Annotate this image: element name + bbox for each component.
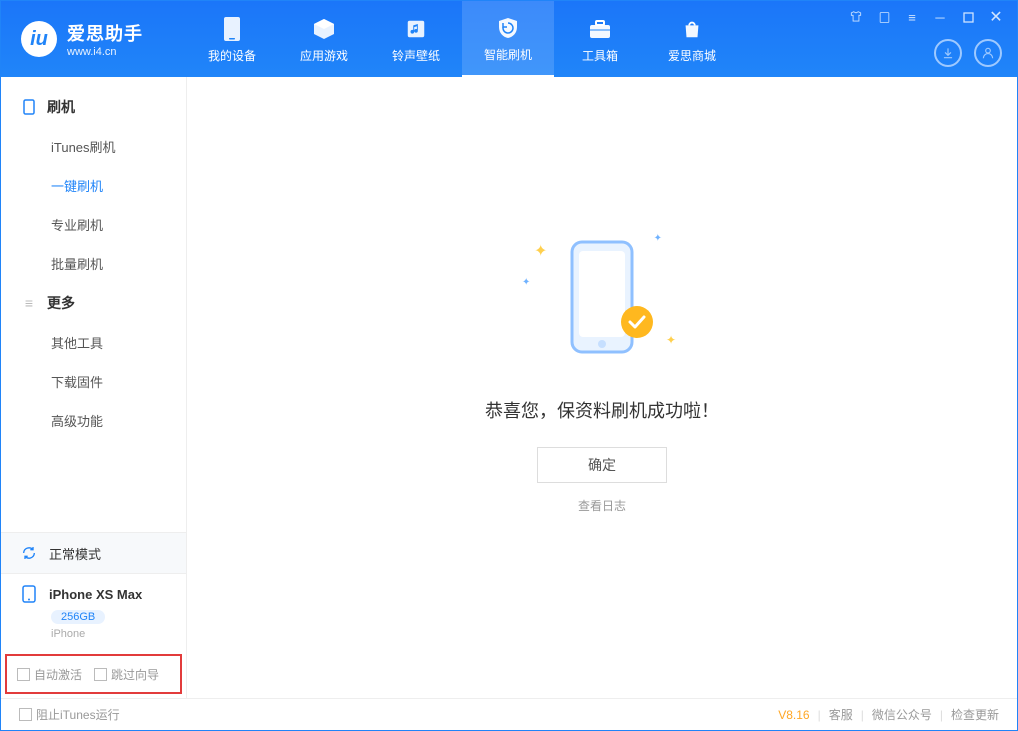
refresh-shield-icon xyxy=(496,14,520,42)
footer-right: V8.16 | 客服 | 微信公众号 | 检查更新 xyxy=(778,706,999,723)
tab-label: 爱思商城 xyxy=(668,47,716,64)
tab-smart-flash[interactable]: 智能刷机 xyxy=(462,1,554,77)
tab-label: 工具箱 xyxy=(582,47,618,64)
tab-store[interactable]: 爱思商城 xyxy=(646,1,738,77)
list-icon: ≡ xyxy=(21,295,37,311)
nav-tabs: 我的设备 应用游戏 铃声壁纸 智能刷机 xyxy=(186,1,738,77)
checkbox-auto-activate[interactable]: 自动激活 xyxy=(17,666,82,683)
tab-ringtones-wallpapers[interactable]: 铃声壁纸 xyxy=(370,1,462,77)
device-sub: 256GB iPhone xyxy=(1,608,186,650)
logo-icon: iu xyxy=(21,21,57,57)
download-icon[interactable] xyxy=(934,39,962,67)
sidebar-group-flash: 刷机 xyxy=(1,87,186,127)
window-controls: ≡ ─ ✕ xyxy=(847,9,1005,25)
phone-device-icon xyxy=(19,584,39,604)
sparkle-icon: ✦ xyxy=(534,241,547,261)
tab-label: 铃声壁纸 xyxy=(392,47,440,64)
sidebar: 刷机 iTunes刷机 一键刷机 专业刷机 批量刷机 ≡ 更多 其他工具 下载固… xyxy=(1,77,187,698)
device-type: iPhone xyxy=(51,628,168,640)
sidebar-item-pro-flash[interactable]: 专业刷机 xyxy=(1,205,186,244)
success-message: 恭喜您，保资料刷机成功啦！ xyxy=(485,397,719,423)
footer-left: 阻止iTunes运行 xyxy=(19,706,120,723)
success-graphic: ✦ ✦ ✦ ✦ xyxy=(542,227,662,367)
highlighted-options: 自动激活 跳过向导 xyxy=(5,654,182,694)
device-panel: 正常模式 iPhone XS Max 256GB iPhone xyxy=(1,532,186,650)
storage-badge: 256GB xyxy=(51,610,105,624)
sidebar-group-more: ≡ 更多 xyxy=(1,283,186,323)
toolbox-icon xyxy=(588,15,612,43)
app-name-cn: 爱思助手 xyxy=(67,20,143,46)
sparkle-icon: ✦ xyxy=(522,277,530,288)
tab-label: 智能刷机 xyxy=(484,46,532,63)
sidebar-item-batch-flash[interactable]: 批量刷机 xyxy=(1,244,186,283)
checkbox-icon xyxy=(19,708,32,721)
music-note-icon xyxy=(405,15,427,43)
body: 刷机 iTunes刷机 一键刷机 专业刷机 批量刷机 ≡ 更多 其他工具 下载固… xyxy=(1,77,1017,698)
sidebar-item-advanced[interactable]: 高级功能 xyxy=(1,401,186,440)
device-mode: 正常模式 xyxy=(49,544,101,563)
check-update-link[interactable]: 检查更新 xyxy=(951,706,999,723)
checkbox-skip-wizard[interactable]: 跳过向导 xyxy=(94,666,159,683)
tab-apps-games[interactable]: 应用游戏 xyxy=(278,1,370,77)
close-button[interactable]: ✕ xyxy=(987,9,1005,25)
tab-toolbox[interactable]: 工具箱 xyxy=(554,1,646,77)
app-name-en: www.i4.cn xyxy=(67,46,143,58)
ok-button[interactable]: 确定 xyxy=(537,447,667,483)
check-badge-icon xyxy=(620,305,654,339)
header: iu 爱思助手 www.i4.cn 我的设备 应用游戏 xyxy=(1,1,1017,77)
tab-my-device[interactable]: 我的设备 xyxy=(186,1,278,77)
bag-icon xyxy=(681,15,703,43)
footer: 阻止iTunes运行 V8.16 | 客服 | 微信公众号 | 检查更新 xyxy=(1,698,1017,730)
checkbox-icon xyxy=(94,668,107,681)
wechat-link[interactable]: 微信公众号 xyxy=(872,706,932,723)
group-title: 刷机 xyxy=(47,97,75,117)
minimize-button[interactable]: ─ xyxy=(931,9,949,25)
main-content: ✦ ✦ ✦ ✦ 恭喜您，保资料刷机成功啦！ 确定 查看日志 xyxy=(187,77,1017,698)
maximize-button[interactable] xyxy=(959,9,977,25)
note-icon[interactable] xyxy=(875,9,893,25)
checkbox-label: 自动激活 xyxy=(34,666,82,683)
shirt-icon[interactable] xyxy=(847,9,865,25)
sidebar-item-itunes-flash[interactable]: iTunes刷机 xyxy=(1,127,186,166)
version-label: V8.16 xyxy=(778,708,809,722)
view-log-link[interactable]: 查看日志 xyxy=(578,497,626,514)
logo-area: iu 爱思助手 www.i4.cn xyxy=(1,20,186,58)
customer-service-link[interactable]: 客服 xyxy=(829,706,853,723)
sync-icon xyxy=(19,543,39,563)
sidebar-item-download-firmware[interactable]: 下载固件 xyxy=(1,362,186,401)
menu-icon[interactable]: ≡ xyxy=(903,9,921,25)
sidebar-scroll: 刷机 iTunes刷机 一键刷机 专业刷机 批量刷机 ≡ 更多 其他工具 下载固… xyxy=(1,77,186,532)
device-icon xyxy=(223,15,241,43)
user-icon[interactable] xyxy=(974,39,1002,67)
checkbox-label: 阻止iTunes运行 xyxy=(36,706,120,723)
checkbox-icon xyxy=(17,668,30,681)
checkbox-stop-itunes[interactable]: 阻止iTunes运行 xyxy=(19,706,120,723)
cube-icon xyxy=(312,15,336,43)
header-actions xyxy=(934,39,1002,67)
sparkle-icon: ✦ xyxy=(666,333,676,347)
app-window: iu 爱思助手 www.i4.cn 我的设备 应用游戏 xyxy=(0,0,1018,731)
logo-text: 爱思助手 www.i4.cn xyxy=(67,20,143,58)
checkbox-label: 跳过向导 xyxy=(111,666,159,683)
device-name: iPhone XS Max xyxy=(49,587,142,602)
sidebar-item-other-tools[interactable]: 其他工具 xyxy=(1,323,186,362)
sidebar-item-oneclick-flash[interactable]: 一键刷机 xyxy=(1,166,186,205)
tab-label: 我的设备 xyxy=(208,47,256,64)
phone-icon xyxy=(21,99,37,115)
group-title: 更多 xyxy=(47,293,75,313)
device-name-row[interactable]: iPhone XS Max xyxy=(1,574,186,608)
sparkle-icon: ✦ xyxy=(654,233,662,244)
tab-label: 应用游戏 xyxy=(300,47,348,64)
device-mode-row[interactable]: 正常模式 xyxy=(1,533,186,574)
